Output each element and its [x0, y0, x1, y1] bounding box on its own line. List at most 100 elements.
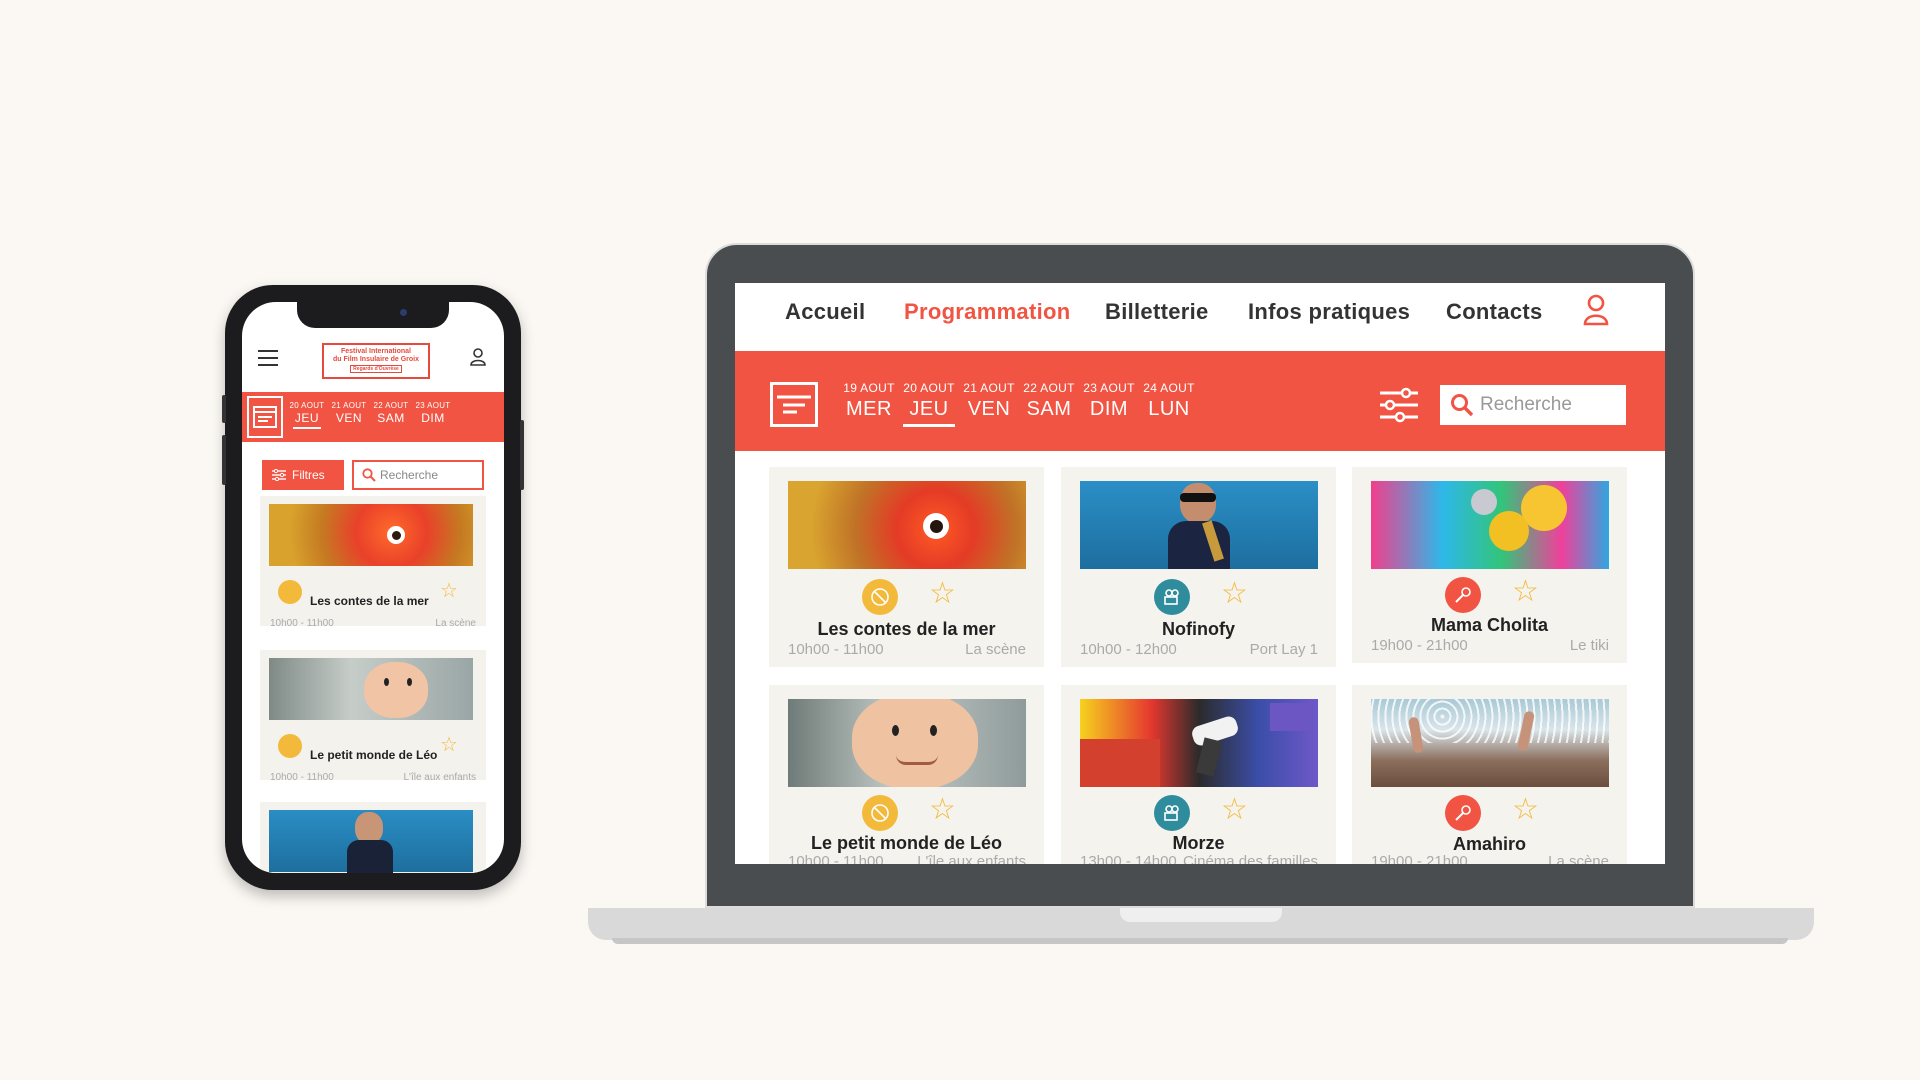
- film-camera-icon: [1154, 579, 1190, 615]
- mobile-event-card[interactable]: ☆ Les contes de la mer 10h00 - 11h00 La …: [260, 496, 486, 629]
- logo-line-2: du Film Insulaire de Groix: [333, 356, 419, 363]
- event-title: Amahiro: [1452, 834, 1526, 854]
- nav-billetterie[interactable]: Billetterie: [1105, 299, 1209, 325]
- event-place: Cinéma des familles: [1182, 853, 1318, 864]
- child-icon: [278, 580, 302, 604]
- favorite-star-icon[interactable]: ☆: [1221, 793, 1248, 827]
- phone-power-button: [520, 420, 524, 490]
- event-image-dancer: [1080, 699, 1318, 787]
- search-icon: [1451, 394, 1474, 417]
- mobile-day-tab-sam[interactable]: 22 AOUT SAM: [368, 401, 414, 426]
- event-image-clay-boy: [788, 699, 1026, 787]
- nav-programmation[interactable]: Programmation: [904, 299, 1070, 325]
- event-place: Port Lay 1: [1249, 641, 1318, 658]
- desktop-day-bar: 19 AOUT MER 20 AOUT JEU 21 AOUT VEN 22 AOUT SAM…: [735, 351, 1665, 451]
- favorite-star-icon[interactable]: ☆: [929, 793, 956, 827]
- user-icon[interactable]: [470, 348, 486, 366]
- mobile-event-card[interactable]: [260, 802, 486, 873]
- day-date: 23 AOUT: [415, 401, 451, 410]
- day-weekday: DIM: [421, 411, 445, 425]
- day-date: 21 AOUT: [331, 401, 367, 410]
- event-time: 10h00 - 11h00: [788, 641, 884, 658]
- phone-mockup: Festival International du Film Insulaire…: [222, 285, 524, 890]
- day-date: 20 AOUT: [289, 401, 325, 410]
- event-card[interactable]: ☆ Morze 13h00 - 14h00 Cinéma des famille…: [1061, 685, 1336, 864]
- event-time: 10h00 - 12h00: [1080, 641, 1177, 658]
- event-place: La scène: [1548, 853, 1609, 864]
- event-card[interactable]: ☆ Le petit monde de Léo 10h00 - 11h00 L'…: [769, 685, 1044, 864]
- filters-label: Filtres: [292, 468, 325, 482]
- microphone-icon: [1445, 577, 1481, 613]
- event-image-fish: [788, 481, 1026, 569]
- event-time: 10h00 - 11h00: [270, 772, 334, 783]
- mobile-search-input[interactable]: Recherche: [352, 460, 484, 490]
- event-title: Le petit monde de Léo: [310, 748, 438, 762]
- favorite-star-icon[interactable]: ☆: [440, 578, 458, 603]
- user-icon[interactable]: [1583, 294, 1609, 326]
- event-title: Le petit monde de Léo: [810, 833, 1002, 853]
- event-image-saxophone: [269, 810, 473, 873]
- microphone-icon: [1445, 795, 1481, 831]
- phone-volume-up: [222, 395, 226, 423]
- phone-screen: Festival International du Film Insulaire…: [242, 302, 504, 873]
- event-card[interactable]: ☆ Nofinofy 10h00 - 12h00 Port Lay 1: [1061, 467, 1336, 667]
- search-icon: [362, 468, 376, 482]
- filters-button[interactable]: Filtres: [262, 460, 344, 490]
- event-title: Les contes de la mer: [817, 619, 996, 639]
- child-icon: [862, 795, 898, 831]
- nav-infos-pratiques[interactable]: Infos pratiques: [1248, 299, 1410, 325]
- day-weekday: JEU: [294, 411, 320, 425]
- event-card[interactable]: ☆ Amahiro 19h00 - 21h00 La scène: [1352, 685, 1627, 864]
- search-placeholder: Recherche: [1480, 394, 1572, 415]
- event-time: 10h00 - 11h00: [788, 853, 884, 864]
- nav-contacts[interactable]: Contacts: [1446, 299, 1543, 325]
- mobile-event-card[interactable]: ☆ Le petit monde de Léo 10h00 - 11h00 L'…: [260, 650, 486, 783]
- child-icon: [862, 579, 898, 615]
- main-nav: Accueil Programmation Billetterie Infos …: [735, 283, 1665, 351]
- favorite-star-icon[interactable]: ☆: [1221, 577, 1248, 611]
- nav-accueil[interactable]: Accueil: [785, 299, 865, 325]
- sliders-icon: [272, 469, 286, 481]
- event-image-clay-boy: [269, 658, 473, 720]
- event-card[interactable]: ☆ Les contes de la mer 10h00 - 11h00 La …: [769, 467, 1044, 667]
- event-title: Les contes de la mer: [310, 594, 429, 608]
- event-image-fish: [269, 504, 473, 566]
- event-time: 19h00 - 21h00: [1371, 637, 1468, 654]
- favorite-star-icon[interactable]: ☆: [440, 732, 458, 757]
- filter-sliders-icon[interactable]: [1380, 387, 1418, 423]
- event-title: Morze: [1172, 833, 1225, 853]
- mobile-header: Festival International du Film Insulaire…: [242, 328, 504, 379]
- phone-volume-down: [222, 435, 226, 485]
- event-place: La scène: [435, 618, 476, 629]
- event-place: Le tiki: [1569, 637, 1609, 654]
- mobile-day-tab-jeu[interactable]: 20 AOUT JEU: [284, 401, 330, 429]
- event-card[interactable]: ☆ Mama Cholita 19h00 - 21h00 Le tiki: [1352, 467, 1627, 663]
- hamburger-menu-icon[interactable]: [258, 350, 278, 366]
- favorite-star-icon[interactable]: ☆: [929, 577, 956, 611]
- event-place: La scène: [965, 641, 1026, 658]
- festival-logo[interactable]: Festival International du Film Insulaire…: [322, 343, 430, 379]
- film-camera-icon: [1154, 795, 1190, 831]
- day-weekday: SAM: [377, 411, 405, 425]
- laptop-hinge-notch: [1120, 908, 1282, 922]
- event-title: Nofinofy: [1162, 619, 1235, 639]
- program-list-icon[interactable]: [770, 382, 818, 427]
- event-title: Mama Cholita: [1430, 615, 1549, 635]
- phone-notch: [297, 302, 449, 328]
- event-image-emoji-balloons: [1371, 481, 1609, 569]
- mobile-day-tab-dim[interactable]: 23 AOUT DIM: [410, 401, 456, 426]
- favorite-star-icon[interactable]: ☆: [1512, 793, 1539, 827]
- search-input[interactable]: Recherche: [1440, 385, 1626, 425]
- laptop-base-edge: [612, 938, 1788, 944]
- day-tab-lun[interactable]: 24 AOUT LUN: [1132, 381, 1206, 421]
- active-day-underline: [903, 424, 955, 427]
- program-list-icon[interactable]: [247, 396, 283, 438]
- event-time: 13h00 - 14h00: [1080, 853, 1177, 864]
- mobile-day-tab-ven[interactable]: 21 AOUT VEN: [326, 401, 372, 426]
- logo-line-1: Festival International: [340, 348, 412, 355]
- search-placeholder: Recherche: [380, 468, 439, 482]
- favorite-star-icon[interactable]: ☆: [1512, 575, 1539, 609]
- event-image-concert-crowd: [1371, 699, 1609, 787]
- mobile-day-bar: 20 AOUT JEU 21 AOUT VEN 22 AOUT SAM 23 AOUT DIM: [242, 392, 504, 442]
- day-weekday: VEN: [335, 411, 363, 425]
